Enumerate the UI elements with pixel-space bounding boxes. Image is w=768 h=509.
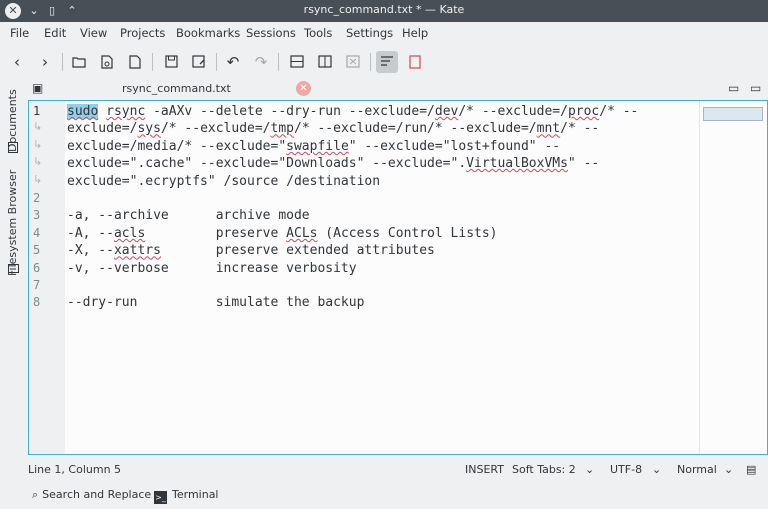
file-icon xyxy=(8,142,18,153)
editor-view[interactable]: 1 ↳ ↳ ↳ ↳ 2 3 4 5 6 7 8 sudo rsync -aAXv… xyxy=(28,100,768,455)
close-document-icon[interactable] xyxy=(404,51,426,73)
recent-file-icon[interactable] xyxy=(96,51,118,73)
minimap[interactable] xyxy=(703,107,763,121)
sidebar-item-filesystem-browser[interactable]: Filesystem Browser xyxy=(3,168,23,276)
encoding[interactable]: UTF-8 xyxy=(610,463,642,476)
menu-tools[interactable]: Tools xyxy=(304,26,332,40)
left-sidebar: Documents Filesystem Browser xyxy=(0,78,26,458)
wrap-indicator-icon: ↳ xyxy=(33,120,43,133)
line-number: 4 xyxy=(33,226,41,240)
chevron-down-icon[interactable]: ⌄ xyxy=(585,463,594,476)
new-file-icon[interactable] xyxy=(124,51,146,73)
input-mode[interactable]: INSERT xyxy=(465,463,504,476)
save-icon[interactable] xyxy=(160,51,182,73)
line-number: 6 xyxy=(33,261,41,275)
menu-sessions[interactable]: Sessions xyxy=(246,26,296,40)
search-label: Search and Replace xyxy=(42,488,152,501)
word-wrap-icon[interactable] xyxy=(376,51,398,73)
split-horizontal-icon[interactable] xyxy=(286,51,308,73)
status-bar: Line 1, Column 5 INSERT Soft Tabs: 2 ⌄ U… xyxy=(0,458,768,480)
menu-bar: File Edit View Projects Bookmarks Sessio… xyxy=(0,22,768,44)
menu-edit[interactable]: Edit xyxy=(44,26,66,40)
tab-menu-icon[interactable]: ▭ xyxy=(750,81,761,95)
undo-icon[interactable]: ↶ xyxy=(222,51,244,73)
line-number: 7 xyxy=(33,278,41,292)
menu-view[interactable]: View xyxy=(80,26,107,40)
tab-bar: ▣ rsync_command.txt ✕ ▭ ▭ xyxy=(26,78,768,100)
toolbar: ‹ › ↶ ↷ xyxy=(0,44,768,78)
line-number: 3 xyxy=(33,208,41,222)
save-as-icon[interactable] xyxy=(188,51,210,73)
window-title: rsync_command.txt * — Kate xyxy=(303,3,465,16)
menu-settings[interactable]: Settings xyxy=(346,26,393,40)
search-icon: ⌕ xyxy=(32,488,39,501)
folder-icon xyxy=(8,264,19,273)
wrap-indicator-icon: ↳ xyxy=(33,173,43,186)
split-vertical-icon[interactable] xyxy=(314,51,336,73)
close-tab-icon[interactable]: ✕ xyxy=(296,81,311,96)
wrap-indicator-icon: ↳ xyxy=(33,138,43,151)
bottom-tool-bar: ⌕ Search and Replace >_ Terminal xyxy=(0,484,768,506)
line-number: 1 xyxy=(33,104,41,118)
terminal-icon: >_ xyxy=(154,491,167,504)
new-tab-icon[interactable]: ▭ xyxy=(728,81,739,95)
title-bar: ✕ ⌄ ▯ ⌃ rsync_command.txt * — Kate xyxy=(0,0,768,22)
tab-rsync-command[interactable]: ▣ rsync_command.txt ✕ xyxy=(26,78,316,100)
terminal-label: Terminal xyxy=(172,488,219,501)
syntax-mode[interactable]: Normal xyxy=(677,463,717,476)
redo-icon: ↷ xyxy=(254,53,268,71)
sidebar-item-label: Filesystem Browser xyxy=(6,169,19,276)
arrow-left-icon[interactable]: ‹ xyxy=(6,51,28,73)
cursor-position[interactable]: Line 1, Column 5 xyxy=(28,463,121,476)
document-text[interactable]: sudo rsync -aAXv --delete --dry-run --ex… xyxy=(67,103,697,312)
search-and-replace-button[interactable]: ⌕ Search and Replace xyxy=(32,488,151,502)
line-number: 5 xyxy=(33,243,41,257)
indent-setting[interactable]: Soft Tabs: 2 xyxy=(512,463,576,476)
menu-projects[interactable]: Projects xyxy=(120,26,165,40)
chevron-down-icon[interactable]: ⌄ xyxy=(652,463,661,476)
menu-file[interactable]: File xyxy=(10,26,29,40)
menu-help[interactable]: Help xyxy=(402,26,428,40)
line-number: 8 xyxy=(33,295,41,309)
chevron-down-icon[interactable]: ⌄ xyxy=(724,463,733,476)
save-icon: ▣ xyxy=(32,81,44,95)
line-number-gutter: 1 ↳ ↳ ↳ ↳ 2 3 4 5 6 7 8 xyxy=(29,101,65,454)
terminal-button[interactable]: >_ Terminal xyxy=(154,488,219,504)
folder-open-icon[interactable] xyxy=(68,51,90,73)
wrap-indicator-icon: ↳ xyxy=(33,155,43,168)
menu-bookmarks[interactable]: Bookmarks xyxy=(176,26,240,40)
line-number: 2 xyxy=(33,191,41,205)
arrow-right-icon[interactable]: › xyxy=(34,51,56,73)
settings-icon[interactable]: ▤ xyxy=(746,463,756,476)
close-split-icon xyxy=(342,51,364,73)
tab-label: rsync_command.txt xyxy=(122,82,231,95)
